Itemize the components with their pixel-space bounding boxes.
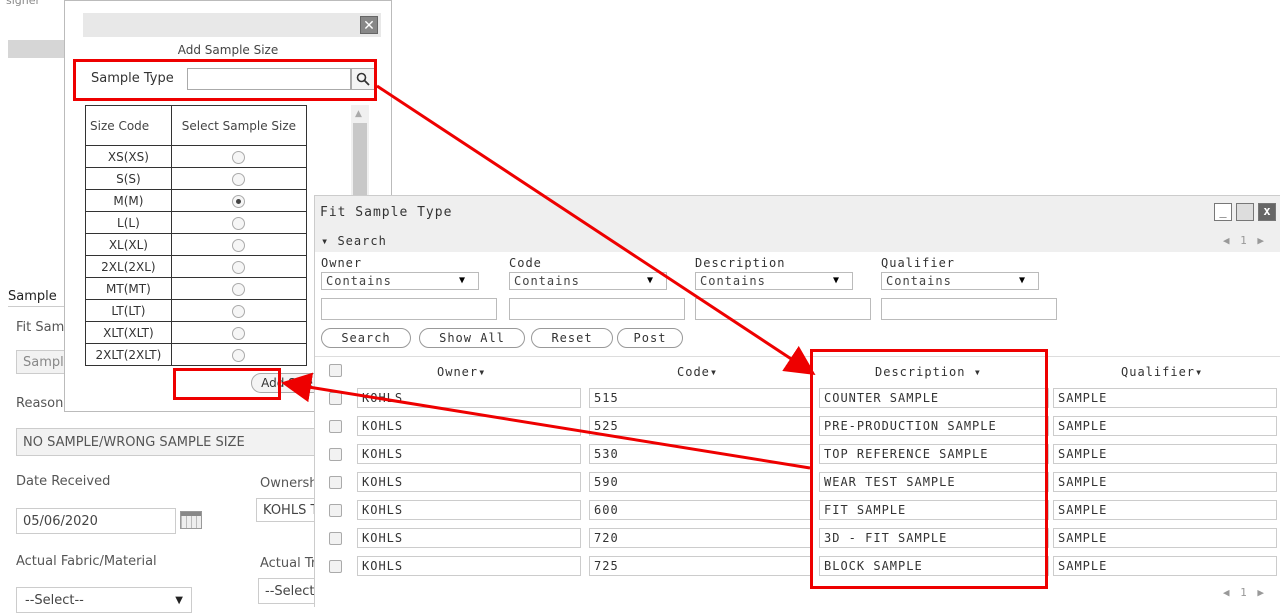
arrow-to-add-size — [281, 372, 811, 470]
arrow-to-description — [376, 84, 816, 375]
annotation-arrows — [281, 84, 816, 470]
